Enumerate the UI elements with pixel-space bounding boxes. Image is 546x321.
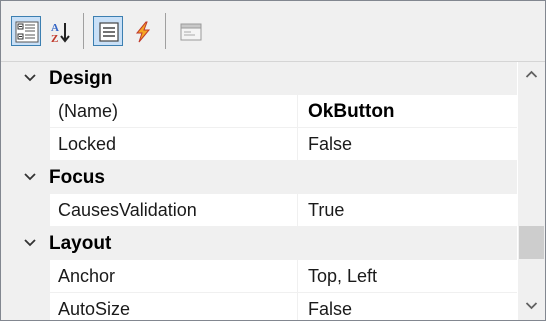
sort-az-icon: A Z bbox=[51, 22, 70, 44]
lightning-icon bbox=[135, 21, 151, 43]
properties-button[interactable] bbox=[93, 16, 123, 46]
category-label: Focus bbox=[49, 167, 105, 188]
property-value[interactable]: Top, Left bbox=[308, 260, 377, 293]
property-name: Anchor bbox=[58, 266, 116, 286]
alphabetical-button[interactable]: A Z bbox=[45, 16, 75, 46]
category-label: Design bbox=[49, 68, 113, 89]
chevron-up-icon bbox=[525, 70, 538, 78]
property-row-name[interactable]: (Name) OkButton bbox=[1, 95, 517, 128]
scroll-up-button[interactable] bbox=[518, 62, 545, 86]
categorized-button[interactable] bbox=[11, 16, 41, 46]
category-row-focus[interactable]: Focus bbox=[1, 161, 517, 194]
chevron-down-icon bbox=[525, 302, 538, 310]
row-gutter bbox=[1, 95, 50, 128]
row-gutter bbox=[1, 293, 50, 320]
property-name: AutoSize bbox=[58, 299, 131, 319]
chevron-down-icon[interactable] bbox=[23, 236, 37, 250]
column-divider[interactable] bbox=[297, 95, 298, 128]
property-value[interactable]: True bbox=[308, 194, 344, 227]
property-pages-button[interactable] bbox=[175, 16, 205, 46]
category-row-design[interactable]: Design bbox=[1, 62, 517, 95]
column-divider[interactable] bbox=[297, 293, 298, 320]
chevron-down-icon[interactable] bbox=[23, 170, 37, 184]
property-name: Locked bbox=[58, 134, 117, 154]
property-row-locked[interactable]: Locked False bbox=[1, 128, 517, 161]
category-row-layout[interactable]: Layout bbox=[1, 227, 517, 260]
property-name: (Name) bbox=[58, 101, 119, 121]
events-button[interactable] bbox=[127, 16, 157, 46]
column-divider[interactable] bbox=[297, 194, 298, 227]
properties-toolbar: A Z bbox=[1, 1, 545, 62]
toolbar-separator bbox=[165, 13, 166, 49]
property-value[interactable]: OkButton bbox=[308, 95, 395, 128]
sort-letter-z: Z bbox=[51, 33, 58, 44]
property-row-causesvalidation[interactable]: CausesValidation True bbox=[1, 194, 517, 227]
row-gutter bbox=[1, 128, 50, 161]
scroll-thumb[interactable] bbox=[519, 226, 544, 259]
property-row-anchor[interactable]: Anchor Top, Left bbox=[1, 260, 517, 293]
row-gutter bbox=[1, 260, 50, 293]
toolbar-separator bbox=[83, 13, 84, 49]
chevron-down-icon[interactable] bbox=[23, 71, 37, 85]
property-value[interactable]: False bbox=[308, 128, 352, 161]
column-divider[interactable] bbox=[297, 260, 298, 293]
property-pages-icon bbox=[180, 23, 202, 41]
category-label: Layout bbox=[49, 233, 112, 254]
property-grid: Design (Name) OkButton Locked False Focu… bbox=[1, 62, 517, 320]
scroll-down-button[interactable] bbox=[518, 294, 545, 318]
properties-window: A Z Design (Name) OkButton Locked False … bbox=[0, 0, 546, 321]
property-row-autosize[interactable]: AutoSize False bbox=[1, 293, 517, 320]
property-value[interactable]: False bbox=[308, 293, 352, 320]
properties-icon bbox=[99, 22, 119, 42]
row-gutter bbox=[1, 194, 50, 227]
vertical-scrollbar[interactable] bbox=[518, 62, 545, 320]
property-name: CausesValidation bbox=[58, 200, 197, 220]
column-divider[interactable] bbox=[297, 128, 298, 161]
categorized-icon bbox=[15, 21, 39, 43]
